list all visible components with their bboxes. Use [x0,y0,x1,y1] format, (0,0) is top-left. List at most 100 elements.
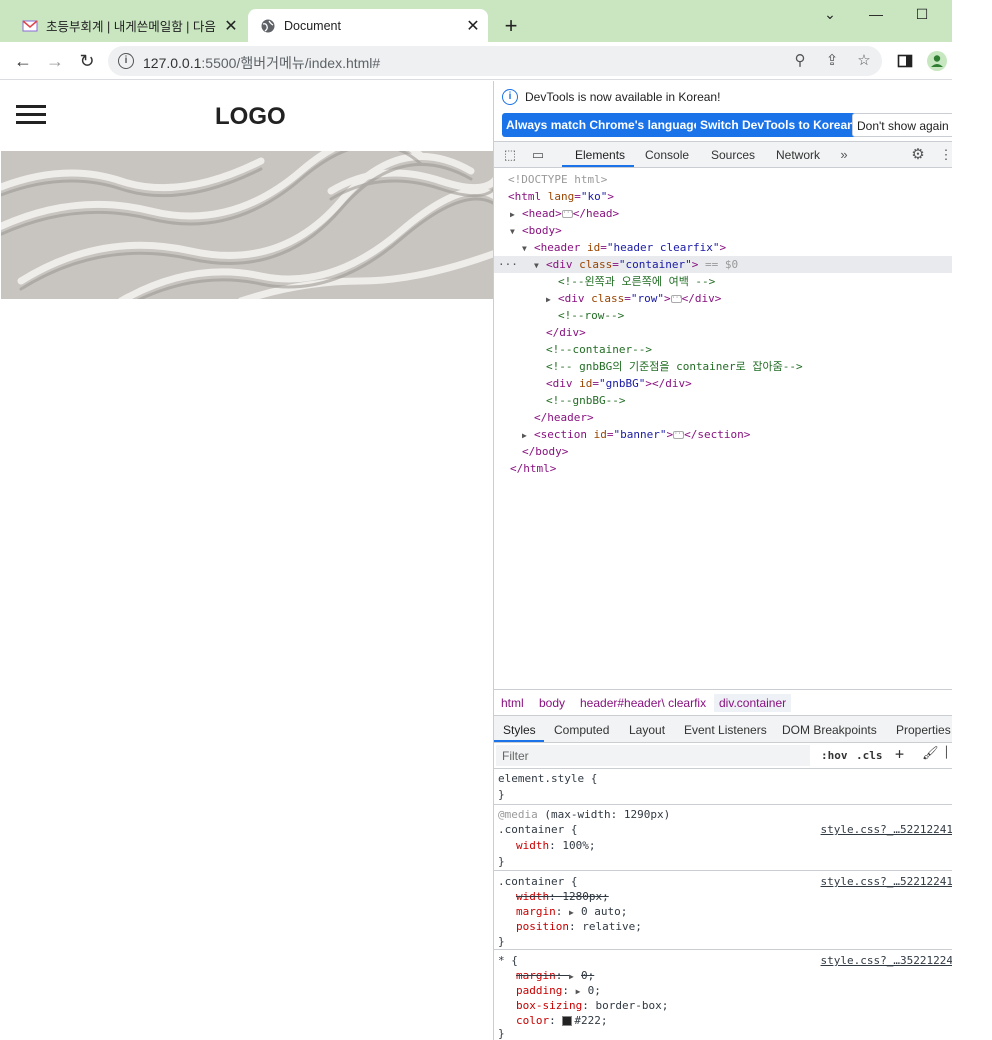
property-value[interactable]: 0; [588,984,601,997]
property-value[interactable]: 0; [581,969,594,982]
selector[interactable]: .container { [498,823,577,836]
back-icon[interactable]: ← [12,50,34,72]
property-value[interactable]: 0 auto; [581,905,627,918]
expand-triangle-icon[interactable]: ▶ [569,969,581,984]
zoom-icon[interactable]: ⚲ [790,51,810,71]
dom-node[interactable]: <!DOCTYPE html> [494,171,952,188]
dom-node[interactable]: <!--container--> [494,341,952,358]
selector[interactable]: * { [498,954,518,967]
more-tabs-icon[interactable]: » [836,147,852,163]
dom-node[interactable]: <!--row--> [494,307,952,324]
dom-node[interactable]: </header> [494,409,952,426]
property-name[interactable]: width [516,839,549,852]
close-tab-icon[interactable]: ✕ [222,16,240,36]
dom-node[interactable]: ▶ <head>···</head> [494,205,952,222]
property-name[interactable]: box-sizing [516,999,582,1012]
collapse-triangle-icon[interactable]: ▼ [534,257,546,274]
expand-triangle-icon[interactable]: ▶ [510,206,522,223]
maximize-icon[interactable]: ☐ [912,6,932,23]
share-icon[interactable]: ⇪ [822,51,842,71]
hamburger-menu-icon[interactable] [16,105,46,125]
ellipsis-icon[interactable]: ··· [561,210,574,218]
logo[interactable]: LOGO [215,103,286,131]
gear-icon[interactable]: ⚙ [910,147,926,163]
source-link[interactable]: style.css?_…52212241 [821,822,952,837]
selector[interactable]: .container { [498,875,577,888]
dom-node[interactable]: ▶ <div class="row">···</div> [494,290,952,307]
source-link[interactable]: style.css?_…52212241 [821,874,952,889]
new-tab-icon[interactable]: + [500,13,522,39]
breadcrumb-container[interactable]: div.container [714,694,792,712]
dom-node[interactable]: </html> [494,460,952,477]
ellipsis-icon[interactable]: ··· [670,295,682,303]
breadcrumb-html[interactable]: html [501,696,524,710]
dom-node[interactable]: ▼ <header id="header clearfix"> [494,239,952,256]
cls-toggle[interactable]: .cls [856,749,883,762]
address-bar[interactable]: i 127.0.0.1:5500/햄버거메뉴/index.html# ⚲ ⇪ ☆ [108,46,882,76]
tab-network[interactable]: Network [776,148,820,162]
property-name[interactable]: margin [516,969,556,982]
ellipsis-icon[interactable]: ··· [673,431,685,439]
sidebar-toggle-icon[interactable]: ▏ [946,746,952,759]
expand-triangle-icon[interactable]: ▶ [522,427,534,444]
profile-icon[interactable] [926,50,948,72]
selector[interactable]: element.style { [498,771,597,786]
tab-layout[interactable]: Layout [629,723,665,737]
tab-sources[interactable]: Sources [711,148,755,162]
property-name[interactable]: position [516,920,569,933]
info-icon[interactable]: i [118,53,134,69]
tab-event-listeners[interactable]: Event Listeners [684,723,767,737]
source-link[interactable]: style.css?_…35221224 [821,953,952,968]
dom-node[interactable]: <!-- gnbBG의 기준점을 container로 잡아줌--> [494,358,952,375]
reload-icon[interactable]: ↻ [76,50,98,72]
property-name[interactable]: padding [516,984,562,997]
dont-show-again-button[interactable]: Don't show again [852,113,952,137]
kebab-menu-icon[interactable]: ⋮ [938,147,953,163]
match-language-button[interactable]: Always match Chrome's language [502,113,705,137]
inspect-icon[interactable]: ⬚ [502,147,518,163]
dom-node[interactable]: </div> [494,324,952,341]
breadcrumb-body[interactable]: body [539,696,565,710]
tab-elements[interactable]: Elements [575,148,625,162]
minimize-icon[interactable]: — [866,6,886,22]
property-value[interactable]: #222; [574,1014,607,1027]
dom-node[interactable]: <div id="gnbBG"></div> [494,375,952,392]
property-name[interactable]: width [516,890,549,903]
collapse-triangle-icon[interactable]: ▼ [510,223,522,240]
tab-dom-breakpoints[interactable]: DOM Breakpoints [782,723,877,737]
device-toggle-icon[interactable]: ▭ [530,147,546,163]
property-value[interactable]: 1280px; [562,890,608,903]
expand-triangle-icon[interactable]: ▶ [546,291,558,308]
tab-styles[interactable]: Styles [503,723,536,737]
property-name[interactable]: margin [516,905,556,918]
breadcrumb-header[interactable]: header#header\ clearfix [580,696,706,710]
side-panel-icon[interactable] [897,53,913,69]
tab-console[interactable]: Console [645,148,689,162]
forward-icon[interactable]: → [44,50,66,72]
switch-korean-button[interactable]: Switch DevTools to Korean [696,113,859,137]
dom-node[interactable]: <!--왼쪽과 오른쪽에 여백 --> [494,273,952,290]
property-value[interactable]: 100%; [562,839,595,852]
add-rule-icon[interactable]: + [895,745,904,763]
dom-node[interactable]: </body> [494,443,952,460]
dom-node[interactable]: <html lang="ko"> [494,188,952,205]
color-swatch[interactable] [562,1016,573,1026]
property-name[interactable]: color [516,1014,549,1027]
chevron-down-icon[interactable]: ⌄ [820,6,840,23]
hov-toggle[interactable]: :hov [821,749,848,762]
tab-mail[interactable]: 초등부회계 | 내게쓴메일함 | 다음 ✕ [10,9,246,42]
dom-node[interactable]: <!--gnbBG--> [494,392,952,409]
close-tab-icon[interactable]: ✕ [464,16,482,36]
expand-triangle-icon[interactable]: ▶ [569,905,581,920]
paint-icon[interactable]: 🖌 [922,746,939,761]
tab-document[interactable]: Document ✕ [248,9,488,42]
tab-computed[interactable]: Computed [554,723,609,737]
tab-properties[interactable]: Properties [896,723,951,737]
collapse-triangle-icon[interactable]: ▼ [522,240,534,257]
expand-triangle-icon[interactable]: ▶ [576,984,588,999]
dom-node[interactable]: ▶ <section id="banner">···</section> [494,426,952,443]
property-value[interactable]: border-box; [595,999,668,1012]
filter-input[interactable]: Filter [496,745,810,766]
dom-node[interactable]: ▼ <body> [494,222,952,239]
dom-node-selected[interactable]: ··· ▼ <div class="container"> == $0 [494,256,952,273]
